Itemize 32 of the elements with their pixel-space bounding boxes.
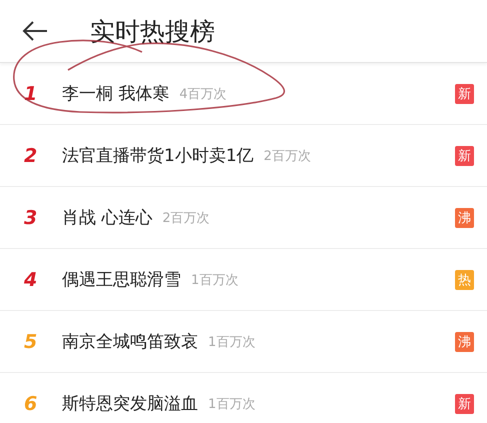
page-title: 实时热搜榜 xyxy=(90,16,215,48)
status-badge: 热 xyxy=(455,270,474,290)
rank-number: 5 xyxy=(23,330,38,352)
hot-search-row[interactable]: 5 南京全城鸣笛致哀 1百万次 沸 xyxy=(0,311,487,373)
status-badge: 新 xyxy=(455,84,474,104)
hot-search-row[interactable]: 2 法官直播带货1小时卖1亿 2百万次 新 xyxy=(0,125,487,187)
search-count: 2百万次 xyxy=(162,210,210,226)
topic-title: 法官直播带货1小时卖1亿 xyxy=(62,145,254,167)
topic-title: 肖战 心连心 xyxy=(62,207,152,229)
status-badge: 新 xyxy=(455,394,474,414)
rank-number: 2 xyxy=(23,144,38,166)
search-count: 1百万次 xyxy=(208,334,256,350)
rank-number: 4 xyxy=(23,268,38,290)
rank-number: 3 xyxy=(23,206,38,228)
status-badge: 新 xyxy=(455,146,474,166)
search-count: 1百万次 xyxy=(191,272,238,288)
hot-search-row[interactable]: 6 斯特恩突发脑溢血 1百万次 新 xyxy=(0,373,487,423)
topic-title: 李一桐 我体寒 xyxy=(62,83,170,105)
status-badge: 沸 xyxy=(455,208,474,228)
back-icon[interactable] xyxy=(22,20,48,42)
status-badge: 沸 xyxy=(455,332,474,352)
hot-search-row[interactable]: 1 李一桐 我体寒 4百万次 新 xyxy=(0,63,487,125)
search-count: 4百万次 xyxy=(179,86,227,102)
search-count: 2百万次 xyxy=(264,148,311,164)
rank-number: 1 xyxy=(23,82,38,104)
topic-title: 偶遇王思聪滑雪 xyxy=(62,269,181,291)
topic-title: 斯特恩突发脑溢血 xyxy=(62,393,198,415)
topic-title: 南京全城鸣笛致哀 xyxy=(62,331,198,353)
rank-number: 6 xyxy=(23,392,38,414)
search-count: 1百万次 xyxy=(208,396,256,412)
hot-search-row[interactable]: 3 肖战 心连心 2百万次 沸 xyxy=(0,187,487,249)
hot-search-row[interactable]: 4 偶遇王思聪滑雪 1百万次 热 xyxy=(0,249,487,311)
